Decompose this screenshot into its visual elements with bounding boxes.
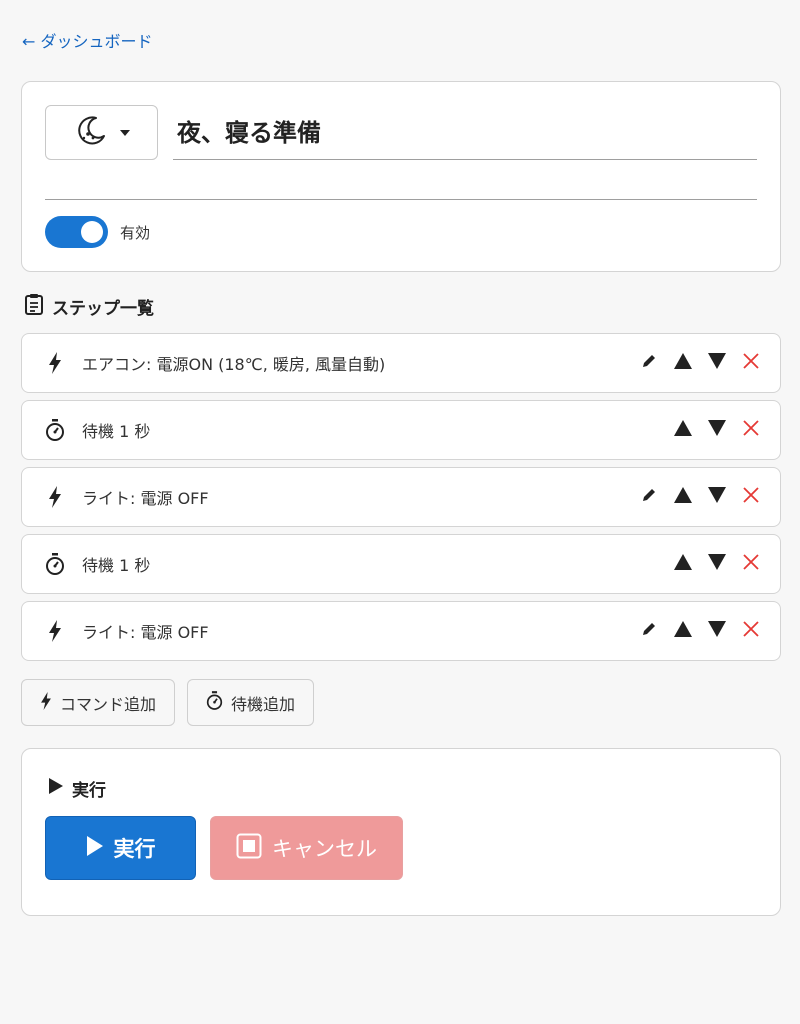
stopwatch-icon xyxy=(44,553,66,575)
step-row: 待機 1 秒 xyxy=(21,400,781,460)
bolt-icon xyxy=(44,620,66,642)
step-row: エアコン: 電源ON (18℃, 暖房, 風量自動) xyxy=(21,333,781,393)
steps-title-text: ステップ一覧 xyxy=(52,299,154,319)
run-card: 実行 実行 キャンセル xyxy=(21,748,781,916)
run-title-text: 実行 xyxy=(72,781,106,801)
bolt-icon xyxy=(40,691,52,714)
pencil-icon xyxy=(641,487,657,507)
triangle-down-icon xyxy=(707,620,727,642)
delete-step-button[interactable] xyxy=(740,352,762,374)
play-icon xyxy=(48,778,64,799)
close-icon xyxy=(742,352,760,374)
moon-icon xyxy=(74,114,108,152)
triangle-down-icon xyxy=(707,553,727,575)
pencil-icon xyxy=(641,353,657,373)
triangle-up-icon xyxy=(673,620,693,642)
step-row: ライト: 電源 OFF xyxy=(21,467,781,527)
close-icon xyxy=(742,553,760,575)
delete-step-button[interactable] xyxy=(740,486,762,508)
add-wait-label: 待機追加 xyxy=(231,694,296,714)
step-label: エアコン: 電源ON (18℃, 暖房, 風量自動) xyxy=(82,355,386,374)
steps-section-title: ステップ一覧 xyxy=(24,293,154,320)
step-label: 待機 1 秒 xyxy=(82,422,151,441)
close-icon xyxy=(742,620,760,642)
triangle-up-icon xyxy=(673,352,693,374)
routine-title-input[interactable] xyxy=(173,102,757,160)
move-up-button[interactable] xyxy=(672,486,694,508)
triangle-down-icon xyxy=(707,419,727,441)
cancel-button-label: キャンセル xyxy=(272,837,377,861)
move-down-button[interactable] xyxy=(706,553,728,575)
close-icon xyxy=(742,419,760,441)
add-step-row: コマンド追加 待機追加 xyxy=(21,679,315,726)
triangle-up-icon xyxy=(673,486,693,508)
move-down-button[interactable] xyxy=(706,352,728,374)
enabled-label: 有効 xyxy=(120,224,151,242)
step-row: 待機 1 秒 xyxy=(21,534,781,594)
run-button-label: 実行 xyxy=(113,837,156,861)
enabled-toggle[interactable] xyxy=(45,216,108,248)
step-label: 待機 1 秒 xyxy=(82,556,151,575)
routine-header-card: 有効 xyxy=(21,81,781,272)
step-label: ライト: 電源 OFF xyxy=(82,489,209,508)
cancel-button[interactable]: キャンセル xyxy=(210,816,403,880)
stopwatch-icon xyxy=(44,419,66,441)
stopwatch-icon xyxy=(206,691,223,714)
run-section-title: 実行 xyxy=(48,776,106,801)
edit-step-button[interactable] xyxy=(638,620,660,642)
add-command-label: コマンド追加 xyxy=(60,694,157,714)
move-down-button[interactable] xyxy=(706,486,728,508)
delete-step-button[interactable] xyxy=(740,553,762,575)
run-button[interactable]: 実行 xyxy=(45,816,196,880)
move-down-button[interactable] xyxy=(706,419,728,441)
move-up-button[interactable] xyxy=(672,352,694,374)
step-list: エアコン: 電源ON (18℃, 暖房, 風量自動) 待機 1 秒 ライト: 電… xyxy=(21,333,781,668)
icon-selector[interactable] xyxy=(45,105,158,160)
chevron-down-icon xyxy=(119,129,130,136)
back-to-dashboard-link[interactable]: ← ダッシュボード xyxy=(22,28,153,52)
toggle-knob xyxy=(81,221,103,243)
step-row: ライト: 電源 OFF xyxy=(21,601,781,661)
pencil-icon xyxy=(641,621,657,641)
routine-description-input[interactable] xyxy=(45,162,757,200)
move-up-button[interactable] xyxy=(672,620,694,642)
triangle-down-icon xyxy=(707,352,727,374)
triangle-down-icon xyxy=(707,486,727,508)
stop-icon xyxy=(236,833,262,864)
move-down-button[interactable] xyxy=(706,620,728,642)
move-up-button[interactable] xyxy=(672,419,694,441)
play-icon xyxy=(86,835,104,861)
triangle-up-icon xyxy=(673,419,693,441)
delete-step-button[interactable] xyxy=(740,419,762,441)
bolt-icon xyxy=(44,352,66,374)
edit-step-button[interactable] xyxy=(638,352,660,374)
delete-step-button[interactable] xyxy=(740,620,762,642)
step-label: ライト: 電源 OFF xyxy=(82,623,209,642)
close-icon xyxy=(742,486,760,508)
bolt-icon xyxy=(44,486,66,508)
triangle-up-icon xyxy=(673,553,693,575)
clipboard-icon xyxy=(24,293,44,320)
move-up-button[interactable] xyxy=(672,553,694,575)
edit-step-button[interactable] xyxy=(638,486,660,508)
add-command-button[interactable]: コマンド追加 xyxy=(21,679,176,726)
add-wait-button[interactable]: 待機追加 xyxy=(187,679,315,726)
